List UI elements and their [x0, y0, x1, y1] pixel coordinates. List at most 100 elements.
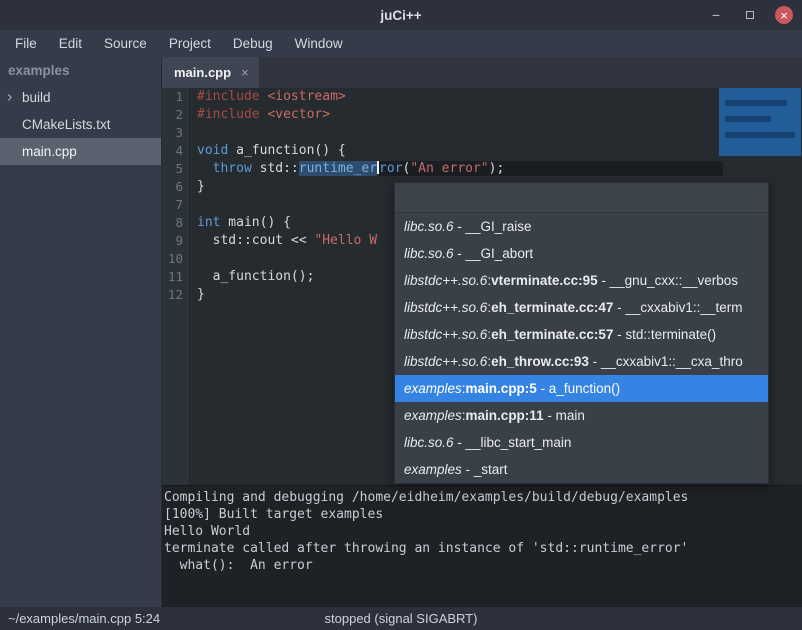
line-number: 8 [162, 214, 189, 232]
frame-symbol: - main [544, 408, 585, 423]
menu-item-debug[interactable]: Debug [222, 30, 284, 57]
preview-tooltip [719, 88, 801, 156]
terminal-line: Compiling and debugging /home/eidheim/ex… [164, 489, 802, 506]
backtrace-frame[interactable]: libstdc++.so.6:eh_terminate.cc:57 - std:… [395, 321, 768, 348]
frame-location: main.cpp:11 [466, 408, 544, 423]
preview-line [725, 116, 771, 122]
code-token: int [197, 215, 220, 230]
code-token: a_function(); [197, 269, 314, 284]
project-name: examples [0, 57, 161, 84]
backtrace-frame[interactable]: libstdc++.so.6:eh_terminate.cc:47 - __cx… [395, 294, 768, 321]
frame-location: main.cpp:5 [466, 381, 537, 396]
code-token: "Hello W [314, 233, 377, 248]
juci-window: juCi++ − × FileEditSourceProjectDebugWin… [0, 0, 802, 630]
menu-item-source[interactable]: Source [93, 30, 158, 57]
maximize-button[interactable] [741, 6, 759, 24]
frame-symbol: - __cxxabiv1::__term [613, 300, 742, 315]
file-label: main.cpp [22, 144, 77, 159]
tabbar: main.cpp × [162, 57, 802, 88]
line-number: 1 [162, 88, 189, 106]
close-button[interactable]: × [775, 6, 793, 24]
sidebar-item-cmakelists-txt[interactable]: CMakeLists.txt [0, 111, 161, 138]
frame-symbol: - __gnu_cxx::__verbos [598, 273, 738, 288]
terminal-line: what(): An error [164, 557, 802, 574]
frame-module: examples [404, 408, 462, 423]
tab-close-icon[interactable]: × [241, 65, 249, 80]
line-number: 12 [162, 286, 189, 304]
minimize-button[interactable]: − [707, 6, 725, 24]
code-token [197, 161, 213, 176]
backtrace-frame[interactable]: libc.so.6 - __libc_start_main [395, 429, 768, 456]
backtrace-frame[interactable]: libc.so.6 - __GI_abort [395, 240, 768, 267]
code-token: std:: [252, 161, 299, 176]
statusbar: ~/examples/main.cpp 5:24 stopped (signal… [0, 607, 802, 630]
tab-label: main.cpp [174, 65, 231, 80]
backtrace-list: libc.so.6 - __GI_raiselibc.so.6 - __GI_a… [395, 213, 768, 483]
sidebar-item-build[interactable]: ›build [0, 84, 161, 111]
code-token: } [197, 179, 205, 194]
line-number: 5 [162, 160, 189, 178]
output-terminal[interactable]: Compiling and debugging /home/eidheim/ex… [162, 485, 802, 607]
menu-item-project[interactable]: Project [158, 30, 222, 57]
file-list: ›build CMakeLists.txt main.cpp [0, 84, 161, 165]
backtrace-frame[interactable]: examples:main.cpp:11 - main [395, 402, 768, 429]
code-token: "An error" [410, 161, 488, 176]
window-controls: − × [707, 0, 793, 30]
code-token: runtime_er [299, 161, 377, 176]
menu-item-window[interactable]: Window [284, 30, 354, 57]
code-token: a_function() { [228, 143, 345, 158]
file-label: CMakeLists.txt [22, 117, 111, 132]
backtrace-filter-input[interactable] [395, 183, 768, 213]
frame-symbol: - __GI_abort [454, 246, 534, 261]
code-token: throw [213, 161, 252, 176]
menu-item-edit[interactable]: Edit [48, 30, 93, 57]
frame-module: libstdc++.so.6 [404, 300, 487, 315]
backtrace-frame[interactable]: libstdc++.so.6:eh_throw.cc:93 - __cxxabi… [395, 348, 768, 375]
backtrace-frame[interactable]: libstdc++.so.6:vterminate.cc:95 - __gnu_… [395, 267, 768, 294]
code-token: #include [197, 89, 267, 104]
code-token: <vector> [267, 107, 330, 122]
code-token: <iostream> [267, 89, 345, 104]
backtrace-popup: libc.so.6 - __GI_raiselibc.so.6 - __GI_a… [394, 182, 769, 484]
line-number: 6 [162, 178, 189, 196]
backtrace-frame[interactable]: examples:main.cpp:5 - a_function() [395, 375, 768, 402]
line-number: 10 [162, 250, 189, 268]
status-debug-state: stopped (signal SIGABRT) [0, 611, 802, 626]
frame-module: examples [404, 462, 462, 477]
code-line-3 [197, 124, 802, 142]
preview-line [725, 132, 795, 138]
code-line-1: #include <iostream> [197, 88, 802, 106]
frame-symbol: - __libc_start_main [454, 435, 572, 450]
frame-symbol: - std::terminate() [613, 327, 716, 342]
line-number: 7 [162, 196, 189, 214]
frame-module: examples [404, 381, 462, 396]
frame-symbol: - __cxxabiv1::__cxa_thro [589, 354, 743, 369]
code-token: ror [379, 161, 402, 176]
frame-location: eh_throw.cc:93 [491, 354, 589, 369]
code-line-2: #include <vector> [197, 106, 802, 124]
frame-location: eh_terminate.cc:47 [491, 300, 613, 315]
code-token: ); [489, 161, 505, 176]
frame-module: libstdc++.so.6 [404, 273, 487, 288]
menubar: FileEditSourceProjectDebugWindow [0, 30, 802, 57]
code-token: #include [197, 107, 267, 122]
terminal-line: [100%] Built target examples [164, 506, 802, 523]
code-token: void [197, 143, 228, 158]
line-number: 2 [162, 106, 189, 124]
code-token: std::cout << [197, 233, 314, 248]
code-token: } [197, 287, 205, 302]
file-label: build [22, 90, 51, 105]
backtrace-frame[interactable]: examples - _start [395, 456, 768, 483]
file-explorer: examples ›build CMakeLists.txt main.cpp [0, 57, 162, 607]
sidebar-item-main-cpp[interactable]: main.cpp [0, 138, 161, 165]
code-line-5: throw std::runtime_error("An error"); [197, 160, 802, 178]
terminal-line: Hello World [164, 523, 802, 540]
maximize-icon [746, 11, 754, 19]
menu-item-file[interactable]: File [4, 30, 48, 57]
backtrace-frame[interactable]: libc.so.6 - __GI_raise [395, 213, 768, 240]
line-number: 9 [162, 232, 189, 250]
tab-main-cpp[interactable]: main.cpp × [162, 57, 259, 88]
code-token: main() { [220, 215, 290, 230]
frame-module: libstdc++.so.6 [404, 327, 487, 342]
frame-location: eh_terminate.cc:57 [491, 327, 613, 342]
